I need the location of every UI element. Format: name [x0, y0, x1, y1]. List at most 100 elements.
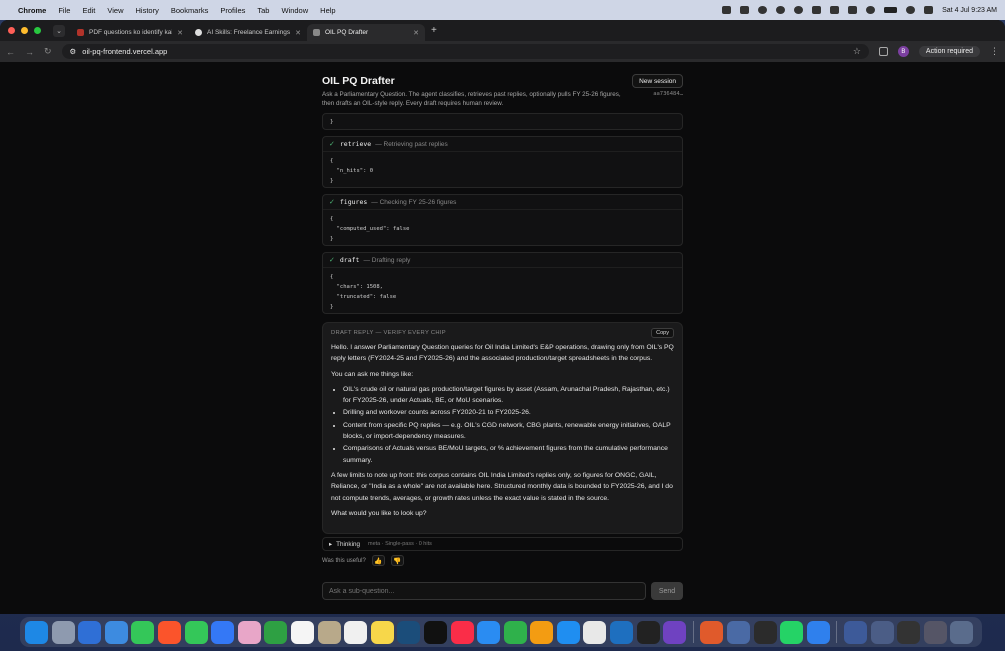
- close-icon[interactable]: ✕: [413, 29, 419, 37]
- photos-icon[interactable]: [237, 620, 261, 644]
- status-app-icon[interactable]: [758, 6, 768, 14]
- window-thumbnail[interactable]: [897, 620, 921, 644]
- activity-monitor-icon[interactable]: [753, 620, 777, 644]
- extensions-icon[interactable]: [878, 47, 888, 56]
- profile-avatar[interactable]: B: [897, 46, 909, 57]
- phone-icon[interactable]: [131, 620, 155, 644]
- github-icon: [195, 29, 202, 36]
- tab-title: AI Skills: Freelance Earnings: [207, 29, 291, 36]
- reload-icon[interactable]: ↻: [44, 46, 52, 57]
- app-store-icon[interactable]: [556, 620, 580, 644]
- new-tab-plus-icon[interactable]: +: [431, 25, 437, 36]
- close-icon[interactable]: ✕: [177, 29, 183, 37]
- menu-file[interactable]: File: [58, 6, 70, 15]
- search-icon[interactable]: [906, 6, 916, 14]
- calendar-icon[interactable]: [290, 620, 314, 644]
- contacts-icon[interactable]: [317, 620, 341, 644]
- step-card-figures[interactable]: ✓ figures — Checking FY 25-26 figures { …: [322, 194, 683, 246]
- copy-button[interactable]: Copy: [651, 328, 674, 338]
- thumbs-up-icon[interactable]: 👍: [371, 555, 385, 566]
- status-app-icon[interactable]: [848, 6, 858, 14]
- battery-icon[interactable]: [884, 7, 898, 13]
- thinking-toggle[interactable]: ▸ Thinking meta · Single-pass · 0 hits: [322, 537, 683, 551]
- notes-icon[interactable]: [370, 620, 394, 644]
- menu-app-name[interactable]: Chrome: [18, 6, 46, 15]
- tab-pdf-questions[interactable]: PDF questions ko identify kai ✕: [71, 24, 189, 41]
- chrome-icon[interactable]: [583, 620, 607, 644]
- safari-icon[interactable]: [104, 620, 128, 644]
- minimize-window-button[interactable]: [21, 27, 28, 34]
- terminal-icon[interactable]: [636, 620, 660, 644]
- status-app-icon[interactable]: [830, 6, 840, 14]
- whatsapp-icon[interactable]: [780, 620, 804, 644]
- wifi-icon[interactable]: [866, 6, 876, 14]
- status-app-icon[interactable]: [740, 6, 750, 14]
- send-button[interactable]: Send: [651, 582, 683, 600]
- status-app-icon[interactable]: [722, 6, 732, 14]
- sub-question-input[interactable]: [322, 582, 646, 600]
- control-center-icon[interactable]: [924, 6, 934, 14]
- menu-history[interactable]: History: [136, 6, 159, 15]
- trash-icon[interactable]: [950, 620, 974, 644]
- freeform-icon[interactable]: [397, 620, 421, 644]
- app-store-icon[interactable]: [78, 620, 102, 644]
- app-icon[interactable]: [727, 620, 751, 644]
- app-icon[interactable]: [806, 620, 830, 644]
- forward-arrow-icon[interactable]: →: [25, 47, 34, 57]
- draft-limits: A few limits to note up front: this corp…: [331, 471, 673, 502]
- menu-tab[interactable]: Tab: [257, 6, 269, 15]
- bluetooth-icon[interactable]: [794, 6, 804, 14]
- apple-tv-icon[interactable]: [423, 620, 447, 644]
- brave-icon[interactable]: [157, 620, 181, 644]
- step-card-retrieve[interactable]: ✓ retrieve — Retrieving past replies { "…: [322, 136, 683, 188]
- step-description: — Drafting reply: [363, 256, 411, 264]
- check-icon: ✓: [329, 257, 335, 264]
- new-session-button[interactable]: New session: [632, 74, 683, 88]
- macos-menubar: Chrome File Edit View History Bookmarks …: [0, 0, 1005, 20]
- close-icon[interactable]: ✕: [295, 29, 301, 37]
- folder-icon[interactable]: [844, 620, 867, 644]
- step-header[interactable]: ✓ figures — Checking FY 25-26 figures: [323, 195, 682, 210]
- status-app-icon[interactable]: [812, 6, 822, 14]
- menu-bookmarks[interactable]: Bookmarks: [171, 6, 209, 15]
- app-icon[interactable]: [663, 620, 687, 644]
- menu-view[interactable]: View: [107, 6, 123, 15]
- vscode-icon[interactable]: [610, 620, 634, 644]
- clock[interactable]: Sat 4 Jul 9:23 AM: [942, 7, 997, 14]
- claude-icon[interactable]: [700, 620, 724, 644]
- url-text[interactable]: oil-pq-frontend.vercel.app: [82, 47, 167, 56]
- pages-icon[interactable]: [530, 620, 554, 644]
- tab-ai-skills[interactable]: AI Skills: Freelance Earnings ✕: [189, 24, 307, 41]
- numbers-icon[interactable]: [503, 620, 527, 644]
- window-thumbnail[interactable]: [923, 620, 947, 644]
- finder-icon[interactable]: [25, 620, 48, 644]
- close-window-button[interactable]: [8, 27, 15, 34]
- tab-oil-pq-drafter[interactable]: OIL PQ Drafter ✕: [307, 24, 425, 41]
- address-bar[interactable]: ⚙ oil-pq-frontend.vercel.app ☆: [61, 44, 869, 59]
- settings-icon[interactable]: [776, 6, 786, 14]
- reminders-icon[interactable]: [344, 620, 368, 644]
- menu-help[interactable]: Help: [320, 6, 335, 15]
- menu-edit[interactable]: Edit: [82, 6, 95, 15]
- launchpad-icon[interactable]: [51, 620, 75, 644]
- thumbs-down-icon[interactable]: 👎: [390, 555, 404, 566]
- step-header[interactable]: ✓ draft — Drafting reply: [323, 253, 682, 268]
- step-card-draft[interactable]: ✓ draft — Drafting reply { "chars": 1508…: [322, 252, 683, 314]
- menu-profiles[interactable]: Profiles: [220, 6, 245, 15]
- action-required-button[interactable]: Action required: [918, 46, 980, 57]
- mail-icon[interactable]: [211, 620, 235, 644]
- site-info-icon[interactable]: ⚙: [70, 47, 77, 56]
- facetime-icon[interactable]: [264, 620, 288, 644]
- folder-icon[interactable]: [870, 620, 894, 644]
- back-arrow-icon[interactable]: ←: [6, 47, 15, 57]
- step-name: figures: [339, 198, 368, 206]
- tab-search-chevron-icon[interactable]: ⌄: [53, 24, 65, 37]
- messages-icon[interactable]: [184, 620, 208, 644]
- more-menu-icon[interactable]: ⋮: [990, 46, 999, 57]
- keynote-icon[interactable]: [477, 620, 501, 644]
- bookmark-star-icon[interactable]: ☆: [853, 46, 861, 57]
- menu-window[interactable]: Window: [281, 6, 308, 15]
- music-icon[interactable]: [450, 620, 474, 644]
- step-header[interactable]: ✓ retrieve — Retrieving past replies: [323, 137, 682, 152]
- zoom-window-button[interactable]: [34, 27, 41, 34]
